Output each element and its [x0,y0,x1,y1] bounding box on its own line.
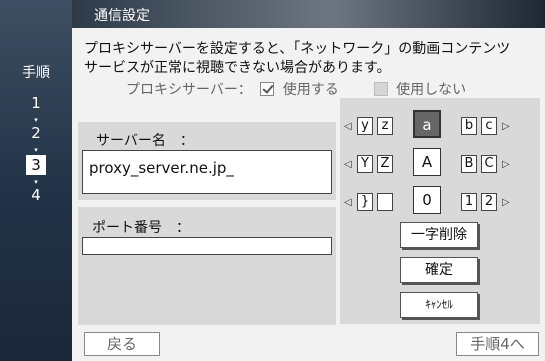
key-a-selected[interactable]: a [413,110,441,138]
use-proxy-checkbox[interactable] [260,82,275,96]
key-blank[interactable] [377,193,393,211]
next-step-4-button[interactable]: 手順4へ [456,332,539,356]
row3-right-arrow-icon[interactable]: ▷ [502,197,510,208]
row2-right-arrow-icon[interactable]: ▷ [502,159,510,170]
key-Y[interactable]: Y [357,155,373,173]
steps-title: 手順 [22,65,50,81]
port-panel: ポート番号 ： [78,207,336,325]
delete-char-button[interactable]: 一字削除 [400,222,478,248]
port-number-label: ポート番号 ： [92,220,190,236]
port-number-input[interactable] [82,237,332,255]
row2-left-arrow-icon[interactable]: ◁ [344,159,352,170]
description-line-2: サービスが正常に視聴できない場合があります。 [84,60,391,76]
step-sidebar: 手順 1 ▾ 2 ▾ 3 ▾ 4 [0,0,72,361]
description-line-1: プロキシサーバーを設定すると、「ネットワーク」の動画コンテンツ [84,41,511,57]
row1-left-arrow-icon[interactable]: ◁ [344,121,352,132]
no-proxy-label[interactable]: 使用しない [396,82,466,98]
server-name-label: サーバー名 ： [96,133,194,149]
key-0[interactable]: 0 [413,186,441,214]
server-name-input[interactable]: proxy_server.ne.jp_ [82,150,332,194]
row1-right-arrow-icon[interactable]: ▷ [502,121,510,132]
key-Z[interactable]: Z [377,155,393,173]
key-2[interactable]: 2 [481,193,497,211]
row3-left-arrow-icon[interactable]: ◁ [344,197,352,208]
step-separator-dot: ▾ [34,178,38,186]
confirm-button[interactable]: 確定 [400,257,478,283]
use-proxy-label[interactable]: 使用する [283,82,339,98]
key-C[interactable]: C [481,155,497,173]
step-separator-dot: ▾ [34,146,38,154]
key-b[interactable]: b [461,117,477,135]
no-proxy-checkbox[interactable] [373,82,388,96]
cancel-button[interactable]: ｷｬﾝｾﾙ [400,292,478,318]
key-A[interactable]: A [413,148,441,176]
proxy-label: プロキシサーバー： [126,82,252,98]
step-2: 2 [31,124,41,142]
key-1[interactable]: 1 [461,193,477,211]
key-y[interactable]: y [357,117,373,135]
key-B[interactable]: B [461,155,477,173]
key-c[interactable]: c [481,117,497,135]
step-3-current: 3 [26,155,46,175]
step-4: 4 [31,186,41,204]
step-separator-dot: ▾ [34,116,38,124]
proxy-option-row: プロキシサーバー： 使用する 使用しない [126,79,466,99]
header-bar: 通信設定 [72,0,545,28]
key-z[interactable]: z [377,117,393,135]
server-panel: サーバー名 ： proxy_server.ne.jp_ [78,122,336,200]
description: プロキシサーバーを設定すると、「ネットワーク」の動画コンテンツ サービスが正常に… [84,40,544,78]
character-keyboard: ◁ y z a b c ▷ ◁ Y Z A B C ▷ ◁ } 0 1 2 ▷ … [340,98,540,324]
key-brace[interactable]: } [357,193,373,211]
step-1: 1 [31,94,41,112]
back-button[interactable]: 戻る [84,332,160,356]
page-title: 通信設定 [94,8,150,24]
